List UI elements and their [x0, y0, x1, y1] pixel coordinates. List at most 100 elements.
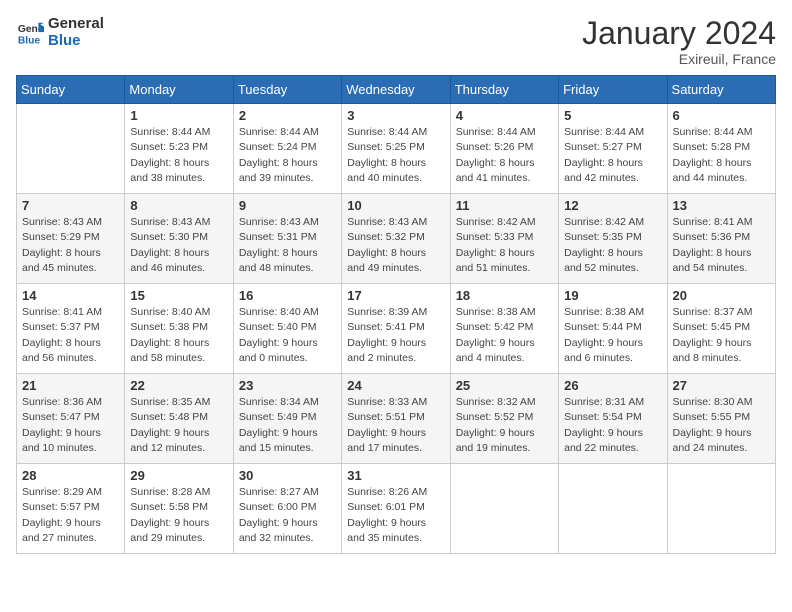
- day-detail: Sunrise: 8:34 AM Sunset: 5:49 PM Dayligh…: [239, 395, 336, 456]
- day-number: 6: [673, 108, 770, 123]
- day-detail: Sunrise: 8:41 AM Sunset: 5:37 PM Dayligh…: [22, 305, 119, 366]
- calendar-cell: 7 Sunrise: 8:43 AM Sunset: 5:29 PM Daylig…: [17, 194, 125, 284]
- day-number: 16: [239, 288, 336, 303]
- day-detail: Sunrise: 8:35 AM Sunset: 5:48 PM Dayligh…: [130, 395, 227, 456]
- day-number: 22: [130, 378, 227, 393]
- day-detail: Sunrise: 8:44 AM Sunset: 5:27 PM Dayligh…: [564, 125, 661, 186]
- day-number: 21: [22, 378, 119, 393]
- day-detail: Sunrise: 8:27 AM Sunset: 6:00 PM Dayligh…: [239, 485, 336, 546]
- svg-text:Blue: Blue: [18, 35, 41, 46]
- column-header-wednesday: Wednesday: [342, 76, 450, 104]
- day-detail: Sunrise: 8:44 AM Sunset: 5:28 PM Dayligh…: [673, 125, 770, 186]
- day-number: 20: [673, 288, 770, 303]
- calendar-cell: 12 Sunrise: 8:42 AM Sunset: 5:35 PM Dayli…: [559, 194, 667, 284]
- day-number: 18: [456, 288, 553, 303]
- calendar-cell: 4Sunrise: 8:44 AM Sunset: 5:26 PM Daylig…: [450, 104, 558, 194]
- calendar-cell: 2 Sunrise: 8:44 AM Sunset: 5:24 PM Daylig…: [233, 104, 341, 194]
- week-row-2: 7 Sunrise: 8:43 AM Sunset: 5:29 PM Daylig…: [17, 194, 776, 284]
- calendar-cell: 15 Sunrise: 8:40 AM Sunset: 5:38 PM Dayli…: [125, 284, 233, 374]
- calendar-cell: 30 Sunrise: 8:27 AM Sunset: 6:00 PM Dayli…: [233, 464, 341, 554]
- calendar-cell: [559, 464, 667, 554]
- day-number: 14: [22, 288, 119, 303]
- day-number: 24: [347, 378, 444, 393]
- day-detail: Sunrise: 8:33 AM Sunset: 5:51 PM Dayligh…: [347, 395, 444, 456]
- month-title: January 2024: [582, 16, 776, 51]
- day-number: 12: [564, 198, 661, 213]
- day-detail: Sunrise: 8:38 AM Sunset: 5:44 PM Dayligh…: [564, 305, 661, 366]
- calendar-cell: 13 Sunrise: 8:41 AM Sunset: 5:36 PM Dayli…: [667, 194, 775, 284]
- calendar-cell: 8Sunrise: 8:43 AM Sunset: 5:30 PM Daylig…: [125, 194, 233, 284]
- day-number: 13: [673, 198, 770, 213]
- calendar-cell: 11 Sunrise: 8:42 AM Sunset: 5:33 PM Dayli…: [450, 194, 558, 284]
- calendar-cell: 16 Sunrise: 8:40 AM Sunset: 5:40 PM Dayli…: [233, 284, 341, 374]
- day-detail: Sunrise: 8:32 AM Sunset: 5:52 PM Dayligh…: [456, 395, 553, 456]
- calendar-cell: 28 Sunrise: 8:29 AM Sunset: 5:57 PM Dayli…: [17, 464, 125, 554]
- day-number: 30: [239, 468, 336, 483]
- calendar-cell: 9Sunrise: 8:43 AM Sunset: 5:31 PM Daylig…: [233, 194, 341, 284]
- day-number: 29: [130, 468, 227, 483]
- calendar-header-row: SundayMondayTuesdayWednesdayThursdayFrid…: [17, 76, 776, 104]
- calendar-cell: 26 Sunrise: 8:31 AM Sunset: 5:54 PM Dayli…: [559, 374, 667, 464]
- day-detail: Sunrise: 8:43 AM Sunset: 5:32 PM Dayligh…: [347, 215, 444, 276]
- day-detail: Sunrise: 8:43 AM Sunset: 5:29 PM Dayligh…: [22, 215, 119, 276]
- day-detail: Sunrise: 8:37 AM Sunset: 5:45 PM Dayligh…: [673, 305, 770, 366]
- calendar-cell: 21 Sunrise: 8:36 AM Sunset: 5:47 PM Dayli…: [17, 374, 125, 464]
- day-number: 15: [130, 288, 227, 303]
- day-detail: Sunrise: 8:41 AM Sunset: 5:36 PM Dayligh…: [673, 215, 770, 276]
- calendar-cell: 6 Sunrise: 8:44 AM Sunset: 5:28 PM Daylig…: [667, 104, 775, 194]
- calendar-cell: 18 Sunrise: 8:38 AM Sunset: 5:42 PM Dayli…: [450, 284, 558, 374]
- day-number: 4: [456, 108, 553, 123]
- week-row-4: 21 Sunrise: 8:36 AM Sunset: 5:47 PM Dayli…: [17, 374, 776, 464]
- day-number: 28: [22, 468, 119, 483]
- day-detail: Sunrise: 8:29 AM Sunset: 5:57 PM Dayligh…: [22, 485, 119, 546]
- day-detail: Sunrise: 8:36 AM Sunset: 5:47 PM Dayligh…: [22, 395, 119, 456]
- column-header-friday: Friday: [559, 76, 667, 104]
- day-detail: Sunrise: 8:31 AM Sunset: 5:54 PM Dayligh…: [564, 395, 661, 456]
- calendar-cell: [667, 464, 775, 554]
- day-number: 5: [564, 108, 661, 123]
- calendar-cell: 29Sunrise: 8:28 AM Sunset: 5:58 PM Dayli…: [125, 464, 233, 554]
- calendar-cell: 1Sunrise: 8:44 AM Sunset: 5:23 PM Daylig…: [125, 104, 233, 194]
- calendar-cell: [450, 464, 558, 554]
- column-header-monday: Monday: [125, 76, 233, 104]
- day-detail: Sunrise: 8:44 AM Sunset: 5:24 PM Dayligh…: [239, 125, 336, 186]
- logo: General Blue General Blue: [16, 16, 104, 49]
- column-header-saturday: Saturday: [667, 76, 775, 104]
- calendar-cell: 24 Sunrise: 8:33 AM Sunset: 5:51 PM Dayli…: [342, 374, 450, 464]
- day-detail: Sunrise: 8:42 AM Sunset: 5:35 PM Dayligh…: [564, 215, 661, 276]
- day-detail: Sunrise: 8:40 AM Sunset: 5:38 PM Dayligh…: [130, 305, 227, 366]
- day-detail: Sunrise: 8:30 AM Sunset: 5:55 PM Dayligh…: [673, 395, 770, 456]
- day-number: 7: [22, 198, 119, 213]
- calendar-cell: [17, 104, 125, 194]
- calendar-cell: 19Sunrise: 8:38 AM Sunset: 5:44 PM Dayli…: [559, 284, 667, 374]
- page-header: General Blue General Blue January 2024 E…: [16, 16, 776, 67]
- calendar-cell: 17Sunrise: 8:39 AM Sunset: 5:41 PM Dayli…: [342, 284, 450, 374]
- day-detail: Sunrise: 8:39 AM Sunset: 5:41 PM Dayligh…: [347, 305, 444, 366]
- calendar-cell: 27Sunrise: 8:30 AM Sunset: 5:55 PM Dayli…: [667, 374, 775, 464]
- logo-line1: General: [48, 16, 104, 33]
- day-number: 31: [347, 468, 444, 483]
- column-header-thursday: Thursday: [450, 76, 558, 104]
- calendar-cell: 23 Sunrise: 8:34 AM Sunset: 5:49 PM Dayli…: [233, 374, 341, 464]
- calendar-cell: 25 Sunrise: 8:32 AM Sunset: 5:52 PM Dayli…: [450, 374, 558, 464]
- logo-icon: General Blue: [16, 19, 44, 47]
- day-number: 26: [564, 378, 661, 393]
- calendar-cell: 10 Sunrise: 8:43 AM Sunset: 5:32 PM Dayli…: [342, 194, 450, 284]
- title-block: January 2024 Exireuil, France: [582, 16, 776, 67]
- logo-line2: Blue: [48, 33, 104, 50]
- day-detail: Sunrise: 8:38 AM Sunset: 5:42 PM Dayligh…: [456, 305, 553, 366]
- calendar-cell: 14 Sunrise: 8:41 AM Sunset: 5:37 PM Dayli…: [17, 284, 125, 374]
- day-number: 2: [239, 108, 336, 123]
- day-number: 8: [130, 198, 227, 213]
- calendar-cell: 5 Sunrise: 8:44 AM Sunset: 5:27 PM Daylig…: [559, 104, 667, 194]
- day-number: 23: [239, 378, 336, 393]
- day-detail: Sunrise: 8:42 AM Sunset: 5:33 PM Dayligh…: [456, 215, 553, 276]
- day-number: 11: [456, 198, 553, 213]
- location: Exireuil, France: [582, 51, 776, 67]
- day-detail: Sunrise: 8:40 AM Sunset: 5:40 PM Dayligh…: [239, 305, 336, 366]
- day-number: 25: [456, 378, 553, 393]
- day-number: 10: [347, 198, 444, 213]
- day-detail: Sunrise: 8:44 AM Sunset: 5:23 PM Dayligh…: [130, 125, 227, 186]
- week-row-3: 14 Sunrise: 8:41 AM Sunset: 5:37 PM Dayli…: [17, 284, 776, 374]
- day-detail: Sunrise: 8:43 AM Sunset: 5:31 PM Dayligh…: [239, 215, 336, 276]
